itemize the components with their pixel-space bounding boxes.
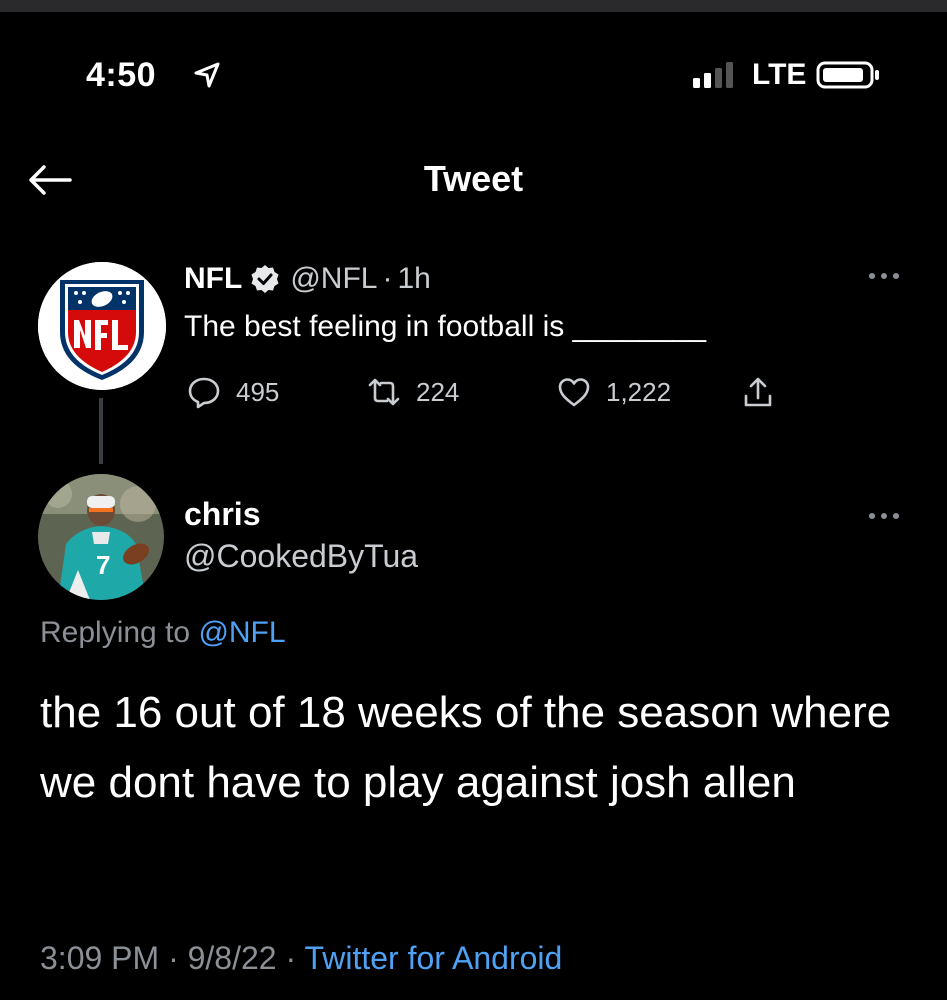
status-time: 4:50 xyxy=(86,56,157,94)
top-strip xyxy=(0,0,947,12)
reply-author-handle[interactable]: @CookedByTua xyxy=(184,538,418,575)
replying-to: Replying to @NFL xyxy=(40,616,286,650)
svg-text:7: 7 xyxy=(96,550,110,580)
tweet-client-link[interactable]: Twitter for Android xyxy=(304,940,562,976)
reply-button[interactable]: 495 xyxy=(186,372,279,412)
tweet-date: 9/8/22 xyxy=(187,940,277,976)
retweet-icon xyxy=(368,378,400,406)
replying-prefix: Replying to xyxy=(40,616,191,649)
nfl-tweet-text: The best feeling in football is ________ xyxy=(184,310,707,343)
reply-icon xyxy=(188,377,220,409)
signal-icon xyxy=(693,62,733,88)
location-arrow-icon xyxy=(194,62,220,88)
author-name[interactable]: NFL xyxy=(184,262,242,296)
share-button[interactable] xyxy=(740,372,790,412)
network-label: LTE xyxy=(752,58,807,91)
nfl-tweet-header: NFL @NFL · 1h xyxy=(184,262,431,296)
replying-mention-link[interactable]: @NFL xyxy=(198,616,285,649)
tweet-time: 3:09 PM xyxy=(40,940,160,976)
footer-separator: · xyxy=(285,940,305,976)
reply-tweet-text: the 16 out of 18 weeks of the season whe… xyxy=(40,688,892,807)
like-button[interactable]: 1,222 xyxy=(556,372,671,412)
tweet-footer: 3:09 PM · 9/8/22 · Twitter for Android xyxy=(40,940,562,977)
battery-icon xyxy=(816,61,879,89)
nfl-shield-logo xyxy=(38,262,166,390)
tweet-age: 1h xyxy=(397,262,431,295)
more-options-icon[interactable] xyxy=(862,268,906,284)
meta-separator: · xyxy=(382,262,393,295)
retweet-button[interactable]: 224 xyxy=(366,372,459,412)
reply-count: 495 xyxy=(236,376,280,407)
thread-line xyxy=(99,398,103,464)
retweet-count: 224 xyxy=(416,376,460,407)
page-title: Tweet xyxy=(423,158,524,199)
footer-separator: · xyxy=(168,940,188,976)
more-options-icon[interactable] xyxy=(862,508,906,524)
chris-avatar[interactable]: 7 xyxy=(38,474,164,600)
verified-badge-icon xyxy=(251,265,279,293)
nfl-avatar[interactable] xyxy=(38,262,166,390)
avatar-photo: 7 xyxy=(38,474,164,600)
heart-icon xyxy=(558,378,590,407)
share-icon xyxy=(744,377,772,407)
author-handle[interactable]: @NFL xyxy=(290,262,377,296)
reply-author-name[interactable]: chris xyxy=(184,496,260,533)
like-count: 1,222 xyxy=(606,376,672,407)
